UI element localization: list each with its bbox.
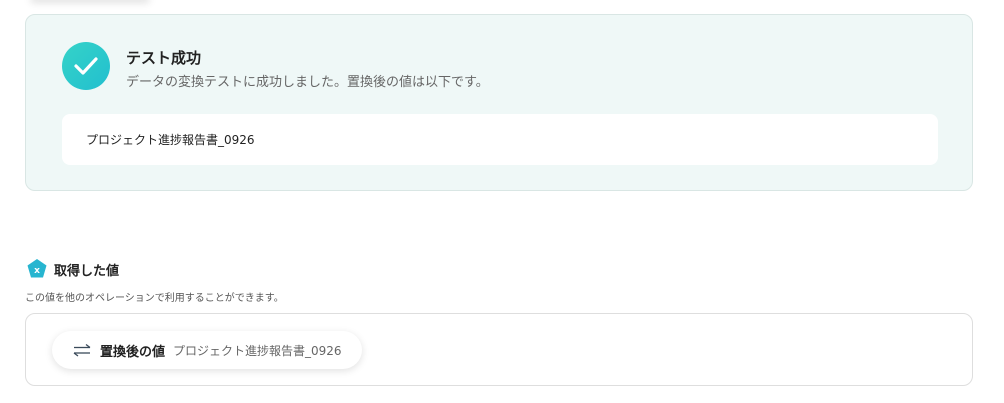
value-chip-value: プロジェクト進捗報告書_0926 [173,343,342,358]
result-value-box: プロジェクト進捗報告書_0926 [62,114,938,165]
acquired-values-description: この値を他のオペレーションで利用することができます。 [25,293,284,304]
swap-arrows-icon [73,343,91,357]
check-circle-icon [62,42,110,90]
value-chip-label: 置換後の値 [100,344,166,360]
test-success-panel: テスト成功 データの変換テストに成功しました。置換後の値は以下です。 プロジェク… [25,14,973,191]
success-description: データの変換テストに成功しました。置換後の値は以下です。 [126,75,489,90]
variable-icon: x [27,259,47,278]
value-chip-replaced[interactable]: 置換後の値 プロジェクト進捗報告書_0926 [52,331,362,369]
success-title: テスト成功 [126,49,202,67]
acquired-values-header: x 取得した値 [26,258,119,280]
svg-text:x: x [34,266,40,276]
result-value: プロジェクト進捗報告書_0926 [86,133,255,147]
acquired-values-list: 置換後の値 プロジェクト進捗報告書_0926 [25,313,973,386]
acquired-values-title: 取得した値 [54,263,120,279]
